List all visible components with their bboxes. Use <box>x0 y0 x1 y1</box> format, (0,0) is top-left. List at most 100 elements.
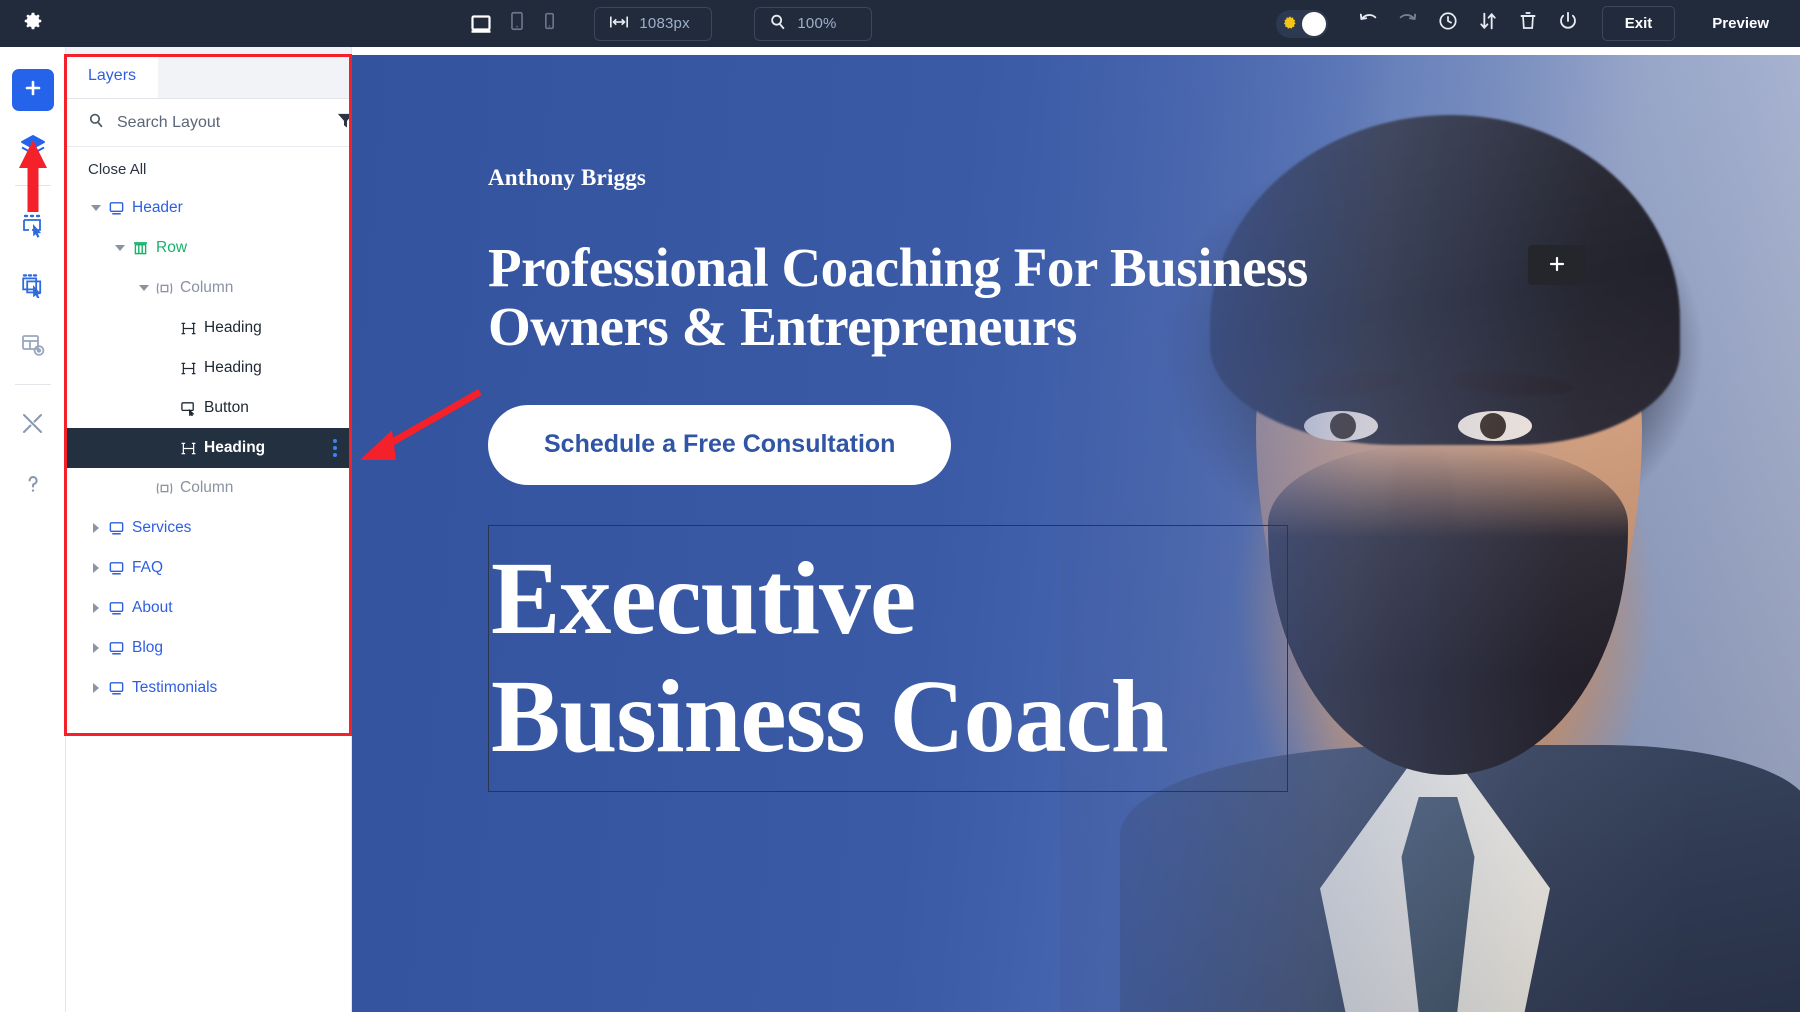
hero-heading-line-1: Professional Coaching For Business <box>488 237 1308 298</box>
tablet-icon <box>507 10 527 37</box>
layer-tree-item[interactable]: Column <box>66 468 351 508</box>
layer-tree-item[interactable]: Heading <box>66 308 351 348</box>
tools-icon <box>20 411 46 442</box>
settings-gear-button[interactable] <box>0 10 66 37</box>
add-section-button[interactable] <box>1528 245 1586 285</box>
heading-icon <box>176 361 200 376</box>
selected-heading-line-1: Executive <box>491 540 916 656</box>
hero-eyebrow-heading[interactable]: Anthony Briggs <box>488 165 1308 191</box>
preview-button[interactable]: Preview <box>1689 6 1792 41</box>
sort-updown-icon <box>1477 10 1499 37</box>
history-button[interactable] <box>1428 4 1468 44</box>
hero-section[interactable]: Anthony Briggs Professional Coaching For… <box>352 55 1800 1012</box>
add-element-button[interactable] <box>11 69 54 111</box>
chevron-down-icon[interactable] <box>136 282 152 294</box>
templates-button[interactable] <box>10 264 56 310</box>
chevron-right-icon[interactable] <box>88 522 104 534</box>
tab-layers[interactable]: Layers <box>66 54 159 98</box>
tablet-view-button[interactable] <box>507 10 527 37</box>
layer-tree-item-label: Blog <box>132 639 164 656</box>
redo-icon <box>1397 11 1419 36</box>
layer-tree-item[interactable]: Heading <box>66 348 351 388</box>
layer-tree-item[interactable]: Button <box>66 388 351 428</box>
sun-gear-icon <box>1281 15 1299 38</box>
layers-panel: Layers Close All HeaderRowColumnHeadingH… <box>66 47 354 1012</box>
chevron-right-icon[interactable] <box>88 562 104 574</box>
gear-icon <box>22 10 44 37</box>
layer-tree-item[interactable]: Testimonials <box>66 668 351 708</box>
layer-tree-item[interactable]: Blog <box>66 628 351 668</box>
trash-icon <box>1518 10 1538 37</box>
global-sections-button[interactable] <box>10 204 56 250</box>
desktop-view-button[interactable] <box>469 12 493 36</box>
three-dots-vertical-icon[interactable] <box>333 439 337 457</box>
heading-icon <box>176 441 200 456</box>
layer-tree-item[interactable]: Column <box>66 268 351 308</box>
section-icon <box>104 200 128 217</box>
save-exit-button[interactable] <box>1548 4 1588 44</box>
layer-tree-item-label: About <box>132 599 173 616</box>
layer-search-row <box>66 99 354 147</box>
delete-button[interactable] <box>1508 4 1548 44</box>
dark-mode-toggle[interactable] <box>1275 9 1328 38</box>
device-preview-group <box>469 10 558 37</box>
help-button[interactable] <box>10 463 56 509</box>
toolbar-right-group: Exit Preview <box>1275 4 1800 44</box>
hero-heading-line-2: Owners & Entrepreneurs <box>488 295 1077 357</box>
close-all-button[interactable]: Close All <box>66 147 351 188</box>
layer-tree-item-label: Button <box>204 399 249 416</box>
heading-icon <box>176 321 200 336</box>
chevron-right-icon[interactable] <box>88 682 104 694</box>
plus-icon <box>23 78 43 103</box>
hero-content-column: Anthony Briggs Professional Coaching For… <box>488 165 1308 792</box>
chevron-right-icon[interactable] <box>88 642 104 654</box>
section-icon <box>104 520 128 537</box>
selected-heading-block[interactable]: Executive Business Coach <box>488 524 1288 792</box>
selected-heading-line-2: Business Coach <box>491 659 1169 775</box>
hero-main-heading[interactable]: Professional Coaching For Business Owner… <box>488 237 1308 357</box>
redo-button[interactable] <box>1388 4 1428 44</box>
layer-tree-item[interactable]: Header <box>66 188 351 228</box>
theme-builder-button[interactable] <box>10 324 56 370</box>
clock-history-icon <box>1437 10 1459 37</box>
canvas-width-field[interactable]: 1083px <box>594 6 713 41</box>
layer-tree-item[interactable]: Services <box>66 508 351 548</box>
desktop-icon <box>469 12 493 36</box>
magnifier-icon <box>769 13 787 35</box>
top-toolbar: 1083px 100% Exit Preview <box>0 0 1800 47</box>
rail-divider <box>14 185 51 186</box>
layer-tree-item[interactable]: Heading <box>66 428 351 468</box>
layer-tree-item-label: Row <box>156 239 188 256</box>
chevron-down-icon[interactable] <box>88 202 104 214</box>
layer-tree-item[interactable]: FAQ <box>66 548 351 588</box>
layer-tree-item[interactable]: Row <box>66 228 351 268</box>
reorder-button[interactable] <box>1468 4 1508 44</box>
search-input[interactable] <box>117 113 324 132</box>
toolbar-center-group: 1083px 100% <box>469 6 873 41</box>
templates-select-icon <box>20 272 46 303</box>
layer-tree-item-label: Heading <box>204 319 262 336</box>
layer-tree-item-label: Services <box>132 519 192 536</box>
chevron-right-icon[interactable] <box>88 602 104 614</box>
rail-divider-2 <box>14 384 51 385</box>
layers-icon <box>19 132 47 165</box>
layer-tree-item-label: Column <box>180 479 234 496</box>
layer-tree-item[interactable]: About <box>66 588 351 628</box>
left-icon-rail <box>0 47 66 1012</box>
section-icon <box>104 600 128 617</box>
width-arrows-icon <box>609 14 629 34</box>
layer-tree: Header Row Column Heading Heading Button Headi… <box>66 188 351 714</box>
layer-tree-item-label: FAQ <box>132 559 164 576</box>
column-icon <box>152 281 176 296</box>
chevron-down-icon[interactable] <box>112 242 128 254</box>
schedule-consultation-button[interactable]: Schedule a Free Consultation <box>488 404 952 485</box>
zoom-level-field[interactable]: 100% <box>754 6 873 41</box>
mobile-view-button[interactable] <box>541 10 558 37</box>
undo-button[interactable] <box>1348 4 1388 44</box>
zoom-level-value: 100% <box>797 15 837 32</box>
tools-button[interactable] <box>10 403 56 449</box>
layers-button[interactable] <box>10 125 56 171</box>
column-icon <box>152 481 176 496</box>
panel-tab-strip: Layers <box>66 47 351 99</box>
exit-button[interactable]: Exit <box>1601 6 1676 41</box>
